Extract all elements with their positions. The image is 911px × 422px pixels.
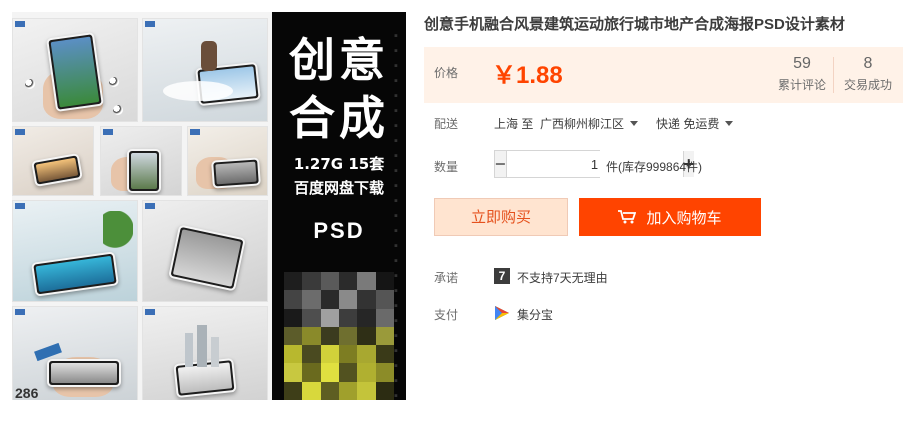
mosaic-tile: [302, 345, 321, 364]
thumb-phone-clouds: [142, 18, 268, 122]
brand-tag-icon: [103, 129, 113, 135]
reviews-label: 累计评论: [777, 78, 826, 92]
image-count-label: 286: [15, 385, 39, 400]
shipping-label: 配送: [434, 117, 459, 131]
sales-label: 交易成功: [843, 78, 892, 92]
shipping-method-text: 快递 免运费: [656, 117, 720, 131]
add-to-cart-button[interactable]: 加入购物车: [579, 198, 761, 236]
thumb-phone-skyline: [187, 126, 268, 196]
mosaic-tile: [302, 272, 321, 291]
price-value: ￥1.88: [492, 62, 563, 89]
ship-to-text: 广西柳州柳江区: [540, 117, 625, 131]
mosaic-tile: [284, 290, 303, 309]
product-image[interactable]: 286 ▪▪▪▪▪▪▪▪▪▪▪▪▪▪▪▪▪▪▪▪▪▪▪▪▪▪▪ 创意 合成 1.…: [12, 12, 406, 400]
mosaic-tile: [320, 381, 339, 400]
promo-banner: ▪▪▪▪▪▪▪▪▪▪▪▪▪▪▪▪▪▪▪▪▪▪▪▪▪▪▪ 创意 合成 1.27G …: [272, 12, 406, 400]
reviews-stat[interactable]: 59 累计评论: [774, 55, 830, 93]
add-to-cart-label: 加入购物车: [646, 209, 722, 227]
stock-text: 件(库存999864件): [606, 160, 703, 174]
thumb-phone-buildings: [142, 306, 268, 400]
price-panel: 价格 ￥1.88 59 累计评论 8 交易成功: [424, 47, 903, 103]
price-label: 价格: [434, 66, 459, 80]
mosaic-tile: [357, 326, 376, 346]
thumb-phone-world-text: [142, 200, 268, 302]
jifenbao-icon: [495, 306, 509, 320]
ship-from: 上海 至: [494, 117, 534, 131]
mosaic-tile: [357, 272, 376, 291]
brand-tag-icon: [145, 309, 155, 315]
cart-icon: [618, 210, 637, 224]
mosaic-tile: [375, 381, 394, 400]
quantity-stepper: − +: [494, 150, 695, 178]
mosaic-tile: [320, 290, 339, 309]
brand-tag-icon: [15, 309, 25, 315]
quantity-label: 数量: [434, 160, 459, 174]
mosaic-tile: [375, 290, 394, 309]
promise-text: 不支持7天无理由: [517, 271, 608, 285]
mosaic-tile: [339, 272, 358, 291]
thumb-phone-beach: [12, 200, 138, 302]
mosaic-tile: [284, 345, 303, 364]
thumb-phone-soccer: [12, 18, 138, 122]
mosaic-tile: [339, 381, 358, 400]
mosaic-tile: [339, 326, 358, 346]
mosaic-tile: [284, 363, 303, 382]
mosaic-tile: [284, 308, 303, 327]
mosaic-tile: [302, 363, 321, 382]
mosaic-tile: [357, 345, 376, 364]
sales-count: 8: [863, 55, 873, 72]
mosaic-tile: [302, 308, 321, 327]
stat-divider: [833, 57, 834, 93]
mosaic-tile: [357, 381, 376, 400]
mosaic-tile: [320, 326, 339, 346]
mosaic-tile: [284, 326, 303, 346]
no-return-icon: 7: [494, 268, 510, 284]
brand-tag-icon: [145, 203, 155, 209]
mosaic-tile: [375, 326, 394, 346]
mosaic-tile: [284, 381, 303, 400]
mosaic-tile: [284, 272, 303, 291]
mosaic-tile: [357, 308, 376, 327]
mosaic-tile: [320, 272, 339, 291]
chevron-down-icon: [630, 121, 639, 126]
mosaic-tile: [357, 290, 376, 309]
mosaic-tile: [302, 381, 321, 400]
mosaic-tile: [339, 363, 358, 382]
brand-tag-icon: [15, 129, 25, 135]
mosaic-tile: [302, 326, 321, 346]
thumb-phone-city-night: [12, 126, 94, 196]
brand-tag-icon: [145, 21, 155, 27]
thumb-phone-football: [100, 126, 182, 196]
chevron-down-icon: [725, 121, 734, 126]
pixelated-preview: [284, 272, 394, 400]
mosaic-tile: [339, 345, 358, 364]
mosaic-tile: [375, 363, 394, 382]
payment-label: 支付: [434, 308, 459, 322]
mosaic-tile: [320, 308, 339, 327]
mosaic-tile: [357, 363, 376, 382]
mosaic-tile: [339, 290, 358, 309]
brand-tag-icon: [190, 129, 200, 135]
shipping-method-select[interactable]: 快递 免运费: [656, 115, 734, 132]
buy-now-button[interactable]: 立即购买: [434, 198, 568, 236]
sales-stat: 8 交易成功: [840, 55, 896, 93]
ship-to-select[interactable]: 广西柳州柳江区: [540, 115, 639, 132]
mosaic-tile: [339, 308, 358, 327]
decrease-button[interactable]: −: [495, 151, 506, 177]
brand-tag-icon: [15, 203, 25, 209]
mosaic-tile: [375, 345, 394, 364]
mosaic-tile: [375, 272, 394, 291]
brand-tag-icon: [15, 21, 25, 27]
payment-text: 集分宝: [517, 308, 554, 322]
promise-label: 承诺: [434, 271, 459, 285]
product-title: 创意手机融合风景建筑运动旅行城市地产合成海报PSD设计素材: [424, 16, 845, 33]
mosaic-tile: [320, 345, 339, 364]
mosaic-tile: [302, 290, 321, 309]
mosaic-tile: [320, 363, 339, 382]
thumb-phone-runner: 286: [12, 306, 138, 400]
reviews-count: 59: [793, 55, 811, 72]
mosaic-tile: [375, 308, 394, 327]
